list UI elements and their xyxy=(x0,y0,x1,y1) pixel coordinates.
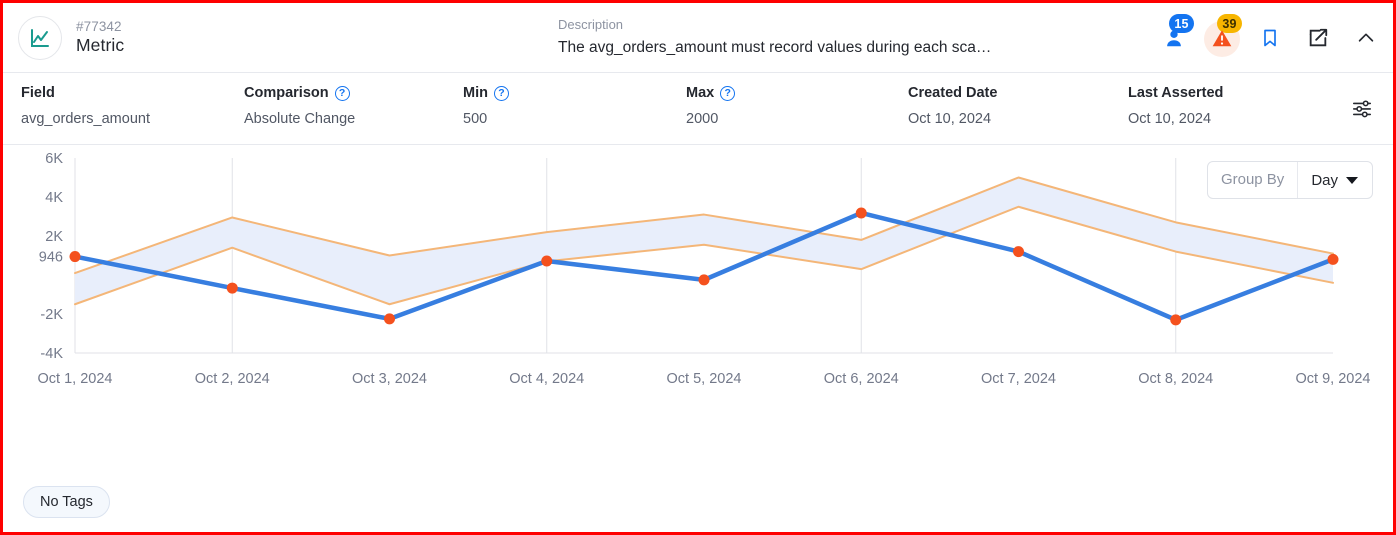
help-icon[interactable]: ? xyxy=(720,85,736,101)
data-point[interactable] xyxy=(541,255,553,267)
meta-field-min: Min ? 500 xyxy=(463,85,509,127)
y-axis-tick-label: 6K xyxy=(45,151,63,167)
metric-id: #77342 xyxy=(76,19,122,35)
card-footer: No Tags xyxy=(3,472,1393,532)
meta-value: 500 xyxy=(463,110,488,127)
meta-label-text: Comparison xyxy=(244,85,329,101)
y-axis-tick-label: -2K xyxy=(40,307,63,323)
x-axis-tick-label: Oct 5, 2024 xyxy=(667,371,742,387)
data-point[interactable] xyxy=(384,313,395,325)
meta-field-comparison: Comparison ? Absolute Change xyxy=(244,85,355,127)
data-point[interactable] xyxy=(698,274,710,286)
edit-button[interactable] xyxy=(1305,25,1331,51)
meta-label: Field xyxy=(21,85,150,102)
metric-meta-row: Field avg_orders_amount Comparison ? Abs… xyxy=(3,73,1393,145)
y-axis-tick-label: 2K xyxy=(45,229,63,245)
meta-field-field: Field avg_orders_amount xyxy=(21,85,150,127)
chart-area: Group By Day 6K 4K 2K 946 -2K -4K Oct 1, 2024 O… xyxy=(3,145,1393,475)
data-point[interactable] xyxy=(69,251,81,263)
tags-pill[interactable]: No Tags xyxy=(23,486,110,518)
x-axis-tick-label: Oct 4, 2024 xyxy=(509,371,584,387)
y-axis-tick-label: 4K xyxy=(45,190,63,206)
x-axis-tick-label: Oct 2, 2024 xyxy=(195,371,270,387)
meta-value: avg_orders_amount xyxy=(21,110,150,127)
card-header: #77342 Metric Description The avg_orders… xyxy=(3,3,1393,73)
meta-label-text: Min xyxy=(463,85,488,101)
edit-icon xyxy=(1309,28,1328,47)
meta-value: 2000 xyxy=(686,110,719,127)
data-point[interactable] xyxy=(1170,314,1182,326)
help-icon[interactable]: ? xyxy=(334,85,350,101)
metric-type-label: Metric xyxy=(76,35,125,56)
meta-label: Comparison ? xyxy=(244,85,355,102)
meta-label-text: Max xyxy=(686,85,715,101)
meta-field-max: Max ? 2000 xyxy=(686,85,736,127)
meta-label: Last Asserted xyxy=(1128,85,1223,102)
description-text: The avg_orders_amount must record values… xyxy=(558,38,992,56)
chevron-up-icon xyxy=(1358,33,1374,42)
bookmark-button[interactable] xyxy=(1257,25,1283,51)
y-axis-tick-label: -4K xyxy=(40,346,63,362)
metric-title-block: #77342 Metric xyxy=(76,19,124,56)
data-point[interactable] xyxy=(855,207,867,219)
collapse-button[interactable] xyxy=(1353,25,1379,51)
meta-value: Oct 10, 2024 xyxy=(1128,110,1212,127)
bookmark-icon xyxy=(1264,29,1276,47)
meta-label: Max ? xyxy=(686,85,736,102)
alert-warning-button[interactable]: 39 xyxy=(1204,14,1242,57)
help-icon[interactable]: ? xyxy=(493,85,509,101)
meta-value: Absolute Change xyxy=(244,110,356,127)
data-point[interactable] xyxy=(226,282,238,294)
meta-label: Min ? xyxy=(463,85,509,102)
assignee-count-badge: 15 xyxy=(1169,14,1194,33)
meta-label-text: Field xyxy=(21,85,55,101)
description-label: Description xyxy=(558,17,624,32)
data-point[interactable] xyxy=(1327,253,1339,265)
x-axis-tick-label: Oct 7, 2024 xyxy=(981,371,1056,387)
x-axis-tick-label: Oct 6, 2024 xyxy=(824,371,899,387)
meta-field-last-asserted: Last Asserted Oct 10, 2024 xyxy=(1128,85,1223,127)
header-actions: 15 39 xyxy=(1161,3,1379,73)
sliders-icon xyxy=(1352,100,1372,118)
meta-value: Oct 10, 2024 xyxy=(908,110,992,127)
description-block: Description The avg_orders_amount must r… xyxy=(558,17,1038,57)
chart-settings-button[interactable] xyxy=(1351,97,1373,119)
meta-field-created-date: Created Date Oct 10, 2024 xyxy=(908,85,997,127)
metric-detail-card: #77342 Metric Description The avg_orders… xyxy=(0,0,1396,535)
y-axis-tick-label: 946 xyxy=(39,250,63,266)
x-axis-tick-label: Oct 8, 2024 xyxy=(1138,371,1213,387)
meta-label-text: Created Date xyxy=(908,85,998,101)
data-point[interactable] xyxy=(1013,246,1024,258)
line-chart-icon xyxy=(31,28,49,47)
metric-avatar xyxy=(18,15,62,60)
x-axis-tick-label: Oct 1, 2024 xyxy=(38,371,113,387)
x-axis-tick-label: Oct 3, 2024 xyxy=(352,371,427,387)
meta-label: Created Date xyxy=(908,85,997,102)
assignee-button[interactable]: 15 xyxy=(1161,14,1194,51)
x-axis-tick-label: Oct 9, 2024 xyxy=(1296,371,1371,387)
alert-warning-icon xyxy=(1212,30,1232,47)
meta-label-text: Last Asserted xyxy=(1128,85,1224,101)
metric-line-chart: 6K 4K 2K 946 -2K -4K Oct 1, 2024 Oct 2, 2024 Oct… xyxy=(38,151,1371,387)
